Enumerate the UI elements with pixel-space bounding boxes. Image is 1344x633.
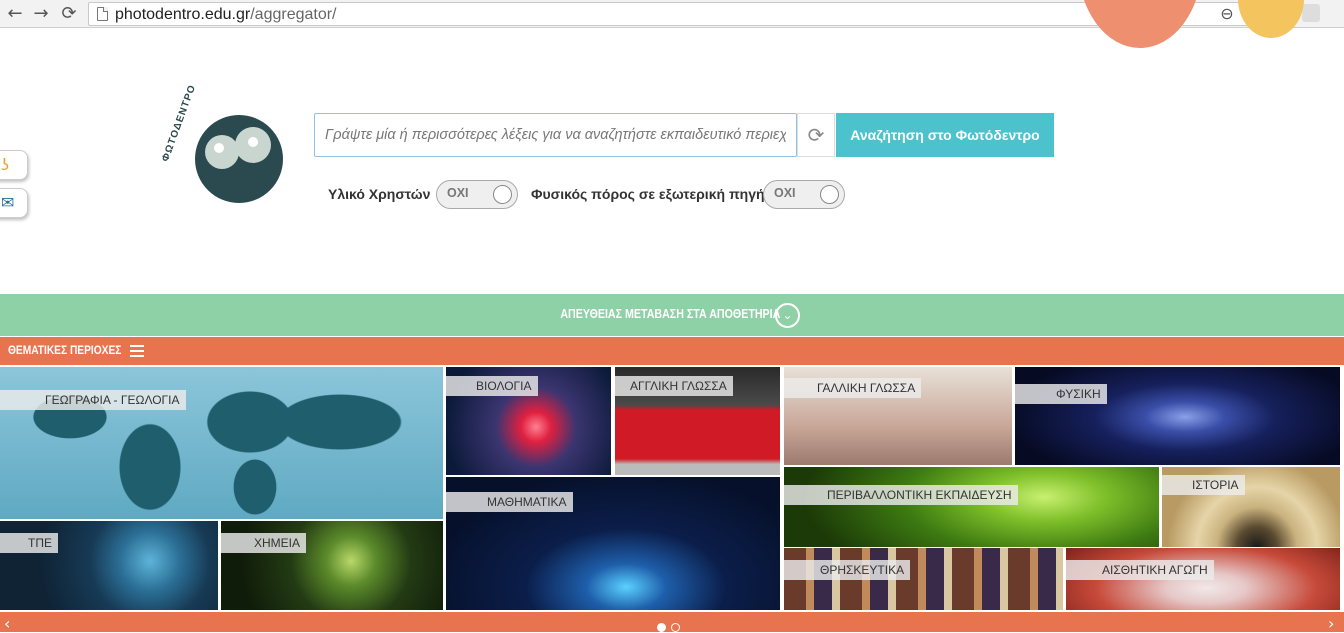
chevron-right-icon[interactable]: › [1328,614,1334,633]
filter-label-external-source: Φυσικός πόρος σε εξωτερική πηγή [531,186,765,202]
tile-mathematics[interactable]: ΜΑΘΗΜΑΤΙΚΑ [446,477,780,610]
toggle-text: ΟΧΙ [774,186,796,200]
tile-aesthetic-education[interactable]: ΑΙΣΘΗΤΙΚΗ ΑΓΩΓΗ [1066,548,1340,610]
toggle-knob [820,185,839,204]
tile-ict[interactable]: ΤΠΕ [0,521,218,610]
tile-french[interactable]: ΓΑΛΛΙΚΗ ΓΛΩΣΣΑ [784,367,1012,465]
extension-icon[interactable] [1302,4,1320,22]
decorative-circle [1238,0,1304,38]
tile-label: ΓΕΩΓΡΑΦΙΑ - ΓΕΩΛΟΓΙΑ [0,390,186,410]
tile-label: ΜΑΘΗΜΑΤΙΚΑ [446,492,573,512]
tile-religious-studies[interactable]: ΘΡΗΣΚΕΥΤΙΚΑ [784,548,1063,610]
tile-label: ΑΓΓΛΙΚΗ ΓΛΩΣΣΑ [615,376,733,396]
page-icon [97,7,108,21]
logo-disc [248,137,258,147]
subjects-header-text: ΘΕΜΑΤΙΚΕΣ ΠΕΡΙΟΧΕΣ [8,343,122,357]
photodentro-logo[interactable]: ΦΩΤΟΔΕΝΤΡΟ [160,83,288,205]
tile-english[interactable]: ΑΓΓΛΙΚΗ ΓΛΩΣΣΑ [615,367,780,475]
tile-label: ΑΙΣΘΗΤΙΚΗ ΑΓΩΓΗ [1066,560,1214,580]
tile-label: ΠΕΡΙΒΑΛΛΟΝΤΙΚΗ ΕΚΠΑΙΔΕΥΣΗ [784,485,1018,505]
forward-icon[interactable]: → [30,3,52,25]
side-tab-contact[interactable]: ✉ [0,188,28,218]
refresh-icon[interactable]: ⟳ [797,113,835,157]
tile-label: ΓΑΛΛΙΚΗ ΓΛΩΣΣΑ [784,378,922,398]
help-icon: ʖ [1,155,10,174]
logo-disc [214,143,224,153]
url-text[interactable]: photodentro.edu.gr/aggregator/ [115,5,337,25]
zoom-icon[interactable]: ⊖ [1217,3,1237,25]
logo-text: ΦΩΤΟΔΕΝΤΡΟ [160,83,199,164]
menu-icon[interactable] [130,345,144,357]
search-input[interactable] [314,113,797,157]
tile-chemistry[interactable]: ΧΗΜΕΙΑ [221,521,443,610]
filter-label-user-material: Υλικό Χρηστών [328,186,431,202]
toggle-user-material[interactable]: ΟΧΙ [436,180,518,209]
tile-label: ΤΠΕ [0,533,58,553]
repositories-banner-text: ΑΠΕΥΘΕΙΑΣ ΜΕΤΑΒΑΣΗ ΣΤΑ ΑΠΟΘΕΤΗΡΙΑ [560,306,781,321]
toggle-text: ΟΧΙ [447,186,469,200]
toggle-external-source[interactable]: ΟΧΙ [763,180,845,209]
tile-label: ΙΣΤΟΡΙΑ [1162,475,1245,495]
chevron-left-icon[interactable]: ‹ [4,614,10,633]
tile-label: ΦΥΣΙΚΗ [1015,384,1107,404]
tile-biology[interactable]: ΒΙΟΛΟΓΙΑ [446,367,611,475]
tile-label: ΧΗΜΕΙΑ [221,533,307,553]
tile-environmental-education[interactable]: ΠΕΡΙΒΑΛΛΟΝΤΙΚΗ ΕΚΠΑΙΔΕΥΣΗ [784,467,1159,547]
carousel-dot-active[interactable] [657,623,666,632]
repositories-banner[interactable]: ΑΠΕΥΘΕΙΑΣ ΜΕΤΑΒΑΣΗ ΣΤΑ ΑΠΟΘΕΤΗΡΙΑ ⌄ [0,294,1344,336]
search-button[interactable]: Αναζήτηση στο Φωτόδεντρο [836,113,1054,157]
carousel-bar: ‹ › [0,612,1344,633]
tile-label: ΘΡΗΣΚΕΥΤΙΚΑ [784,560,911,580]
reload-icon[interactable]: ⟳ [58,3,80,25]
chevron-down-icon[interactable]: ⌄ [775,303,800,328]
tile-history[interactable]: ΙΣΤΟΡΙΑ [1162,467,1340,547]
tile-label: ΒΙΟΛΟΓΙΑ [446,376,538,396]
tile-geography[interactable]: ΓΕΩΓΡΑΦΙΑ - ΓΕΩΛΟΓΙΑ [0,367,443,519]
tile-physics[interactable]: ΦΥΣΙΚΗ [1015,367,1340,465]
back-icon[interactable]: ← [4,3,26,25]
subjects-header: ΘΕΜΑΤΙΚΕΣ ΠΕΡΙΟΧΕΣ [0,337,1344,365]
decorative-circle [1078,0,1202,48]
side-tab-help[interactable]: ʖ [0,150,28,180]
mail-question-icon: ✉ [1,193,15,212]
toggle-knob [493,185,512,204]
carousel-dot[interactable] [671,623,680,632]
